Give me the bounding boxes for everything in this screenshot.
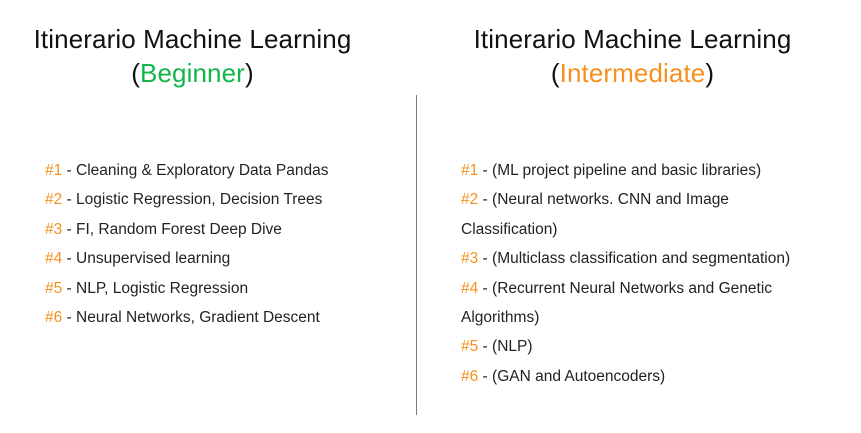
item-number: #6 (461, 367, 479, 385)
item-text: Logistic Regression, Decision Trees (76, 191, 323, 209)
item-text: (ML project pipeline and basic libraries… (492, 162, 762, 179)
item-text: (NLP) (492, 338, 533, 356)
item-number: #4 (461, 279, 479, 297)
item-separator: - (478, 338, 493, 356)
item-text: Cleaning & Exploratory Data Pandas (76, 162, 329, 179)
item-separator: - (62, 191, 77, 209)
item-text: FI, Random Forest Deep Dive (76, 220, 282, 238)
intermediate-level-label: Intermediate (559, 58, 706, 88)
item-separator: - (62, 220, 77, 238)
item-separator: - (478, 191, 493, 209)
beginner-level-line: (Beginner) (0, 56, 385, 90)
item-separator: - (478, 367, 493, 385)
item-text: (Recurrent Neural Networks and Genetic A… (461, 279, 773, 327)
intermediate-list-item: #5 - (NLP) (461, 332, 821, 361)
beginner-title-block: Itinerario Machine Learning (Beginner) (0, 22, 385, 90)
intermediate-paren-close: ) (705, 58, 715, 88)
beginner-paren-close: ) (244, 58, 254, 88)
beginner-paren-open: ( (131, 58, 141, 88)
item-number: #1 (45, 162, 63, 179)
intermediate-list-item: #4 - (Recurrent Neural Networks and Gene… (461, 274, 821, 333)
intermediate-list-item: #3 - (Multiclass classification and segm… (461, 244, 821, 273)
item-text: NLP, Logistic Regression (76, 279, 249, 297)
item-separator: - (62, 279, 77, 297)
item-separator: - (62, 309, 77, 327)
item-number: #5 (45, 279, 63, 297)
beginner-list-item: #5 - NLP, Logistic Regression (45, 274, 405, 303)
beginner-list-item: #4 - Unsupervised learning (45, 244, 405, 273)
item-number: #3 (45, 220, 63, 238)
beginner-list-item: #6 - Neural Networks, Gradient Descent (45, 303, 405, 332)
item-text: (Multiclass classification and segmentat… (492, 250, 791, 268)
column-divider (416, 95, 417, 415)
item-number: #1 (461, 162, 479, 179)
beginner-list: #1 - Cleaning & Exploratory Data Pandas … (45, 156, 405, 332)
item-separator: - (62, 250, 77, 268)
intermediate-paren-open: ( (550, 58, 560, 88)
item-number: #2 (461, 191, 479, 209)
intermediate-list: #1 - (ML project pipeline and basic libr… (461, 156, 821, 391)
intermediate-title: Itinerario Machine Learning (473, 24, 792, 54)
item-separator: - (478, 279, 493, 297)
item-text: (GAN and Autoencoders) (492, 367, 666, 385)
beginner-list-item: #1 - Cleaning & Exploratory Data Pandas (45, 156, 405, 185)
item-text: (Neural networks. CNN and Image Classifi… (461, 191, 729, 238)
intermediate-list-item: #2 - (Neural networks. CNN and Image Cla… (461, 185, 821, 244)
item-number: #3 (461, 250, 479, 268)
intermediate-level-line: (Intermediate) (440, 56, 825, 90)
item-number: #2 (45, 191, 63, 209)
item-number: #5 (461, 338, 479, 356)
intermediate-title-block: Itinerario Machine Learning (Intermediat… (440, 22, 825, 90)
beginner-level-label: Beginner (140, 58, 245, 88)
beginner-list-item: #3 - FI, Random Forest Deep Dive (45, 215, 405, 244)
intermediate-list-item: #6 - (GAN and Autoencoders) (461, 362, 821, 391)
item-text: Unsupervised learning (76, 250, 231, 268)
intermediate-list-item: #1 - (ML project pipeline and basic libr… (461, 156, 821, 185)
item-separator: - (478, 162, 493, 179)
item-number: #6 (45, 309, 63, 327)
item-text: Neural Networks, Gradient Descent (76, 309, 320, 327)
beginner-title: Itinerario Machine Learning (33, 24, 352, 54)
item-number: #4 (45, 250, 63, 268)
item-separator: - (478, 250, 493, 268)
item-separator: - (62, 162, 77, 179)
beginner-list-item: #2 - Logistic Regression, Decision Trees (45, 185, 405, 214)
